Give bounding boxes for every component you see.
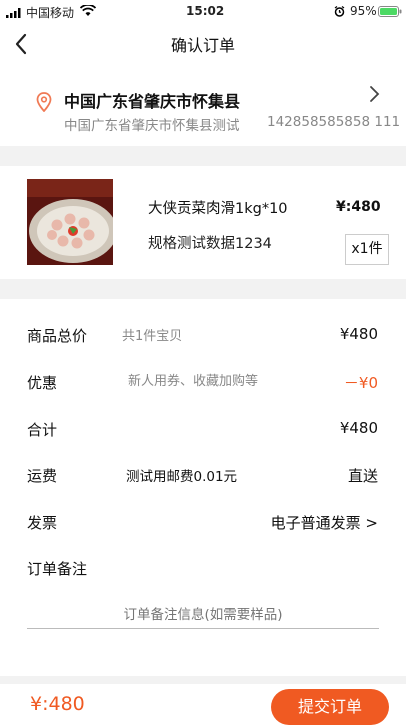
- product-quantity: x1件: [345, 234, 389, 265]
- total-label: 商品总价: [27, 327, 88, 345]
- product-image[interactable]: [27, 179, 113, 265]
- page-title: 确认订单: [170, 36, 235, 55]
- shipping-label: 运费: [27, 467, 58, 485]
- submit-order-button[interactable]: 提交订单: [271, 689, 389, 725]
- chevron-right-icon: [368, 84, 380, 104]
- order-summary: 商品总价 共1件宝贝 ¥480 优惠 新人用券、收藏加购等 －¥0 合计 ¥48…: [0, 299, 406, 676]
- location-icon: [36, 92, 52, 113]
- footer-amount: ¥:480: [30, 693, 85, 715]
- shipping-value[interactable]: 直送: [348, 465, 378, 486]
- invoice-label: 发票: [27, 514, 58, 532]
- battery-percent: 95%: [350, 4, 377, 18]
- signal-icon: [6, 7, 22, 18]
- bottom-bar: ¥:480 提交订单: [0, 684, 406, 728]
- discount-hint[interactable]: 新人用券、收藏加购等: [128, 370, 258, 389]
- discount-label: 优惠: [27, 374, 58, 392]
- discount-value: －¥0: [343, 374, 378, 392]
- sum-value: ¥480: [339, 419, 378, 437]
- product-name: 大侠贡菜肉滑1kg*10: [148, 201, 288, 217]
- product-spec: 规格测试数据1234: [148, 236, 272, 252]
- address-region: 中国广东省肇庆市怀集县: [64, 92, 241, 111]
- product-price: ¥:480: [336, 199, 381, 215]
- address-card[interactable]: 中国广东省肇庆市怀集县 中国广东省肇庆市怀集县测试 142858585858 1…: [0, 74, 406, 146]
- invoice-value[interactable]: 电子普通发票 >: [271, 512, 378, 533]
- carrier-name: 中国移动: [26, 6, 75, 20]
- alarm-icon: [334, 6, 345, 17]
- status-time: 15:02: [186, 4, 225, 18]
- total-hint: 共1件宝贝: [122, 329, 183, 344]
- battery-icon: [378, 6, 402, 17]
- status-bar: 中国移动 15:02 95%: [0, 0, 406, 22]
- sum-label: 合计: [27, 421, 58, 439]
- shipping-hint: 测试用邮费0.01元: [126, 469, 238, 485]
- note-label: 订单备注: [27, 560, 88, 578]
- address-phone: 142858585858 111: [267, 114, 401, 130]
- nav-bar: 确认订单: [0, 22, 406, 74]
- wifi-icon: [79, 4, 97, 17]
- total-value: ¥480: [339, 325, 378, 343]
- note-input[interactable]: [27, 601, 379, 629]
- address-detail: 中国广东省肇庆市怀集县测试: [64, 118, 240, 134]
- product-card: 大侠贡菜肉滑1kg*10 ¥:480 规格测试数据1234 x1件: [0, 166, 406, 279]
